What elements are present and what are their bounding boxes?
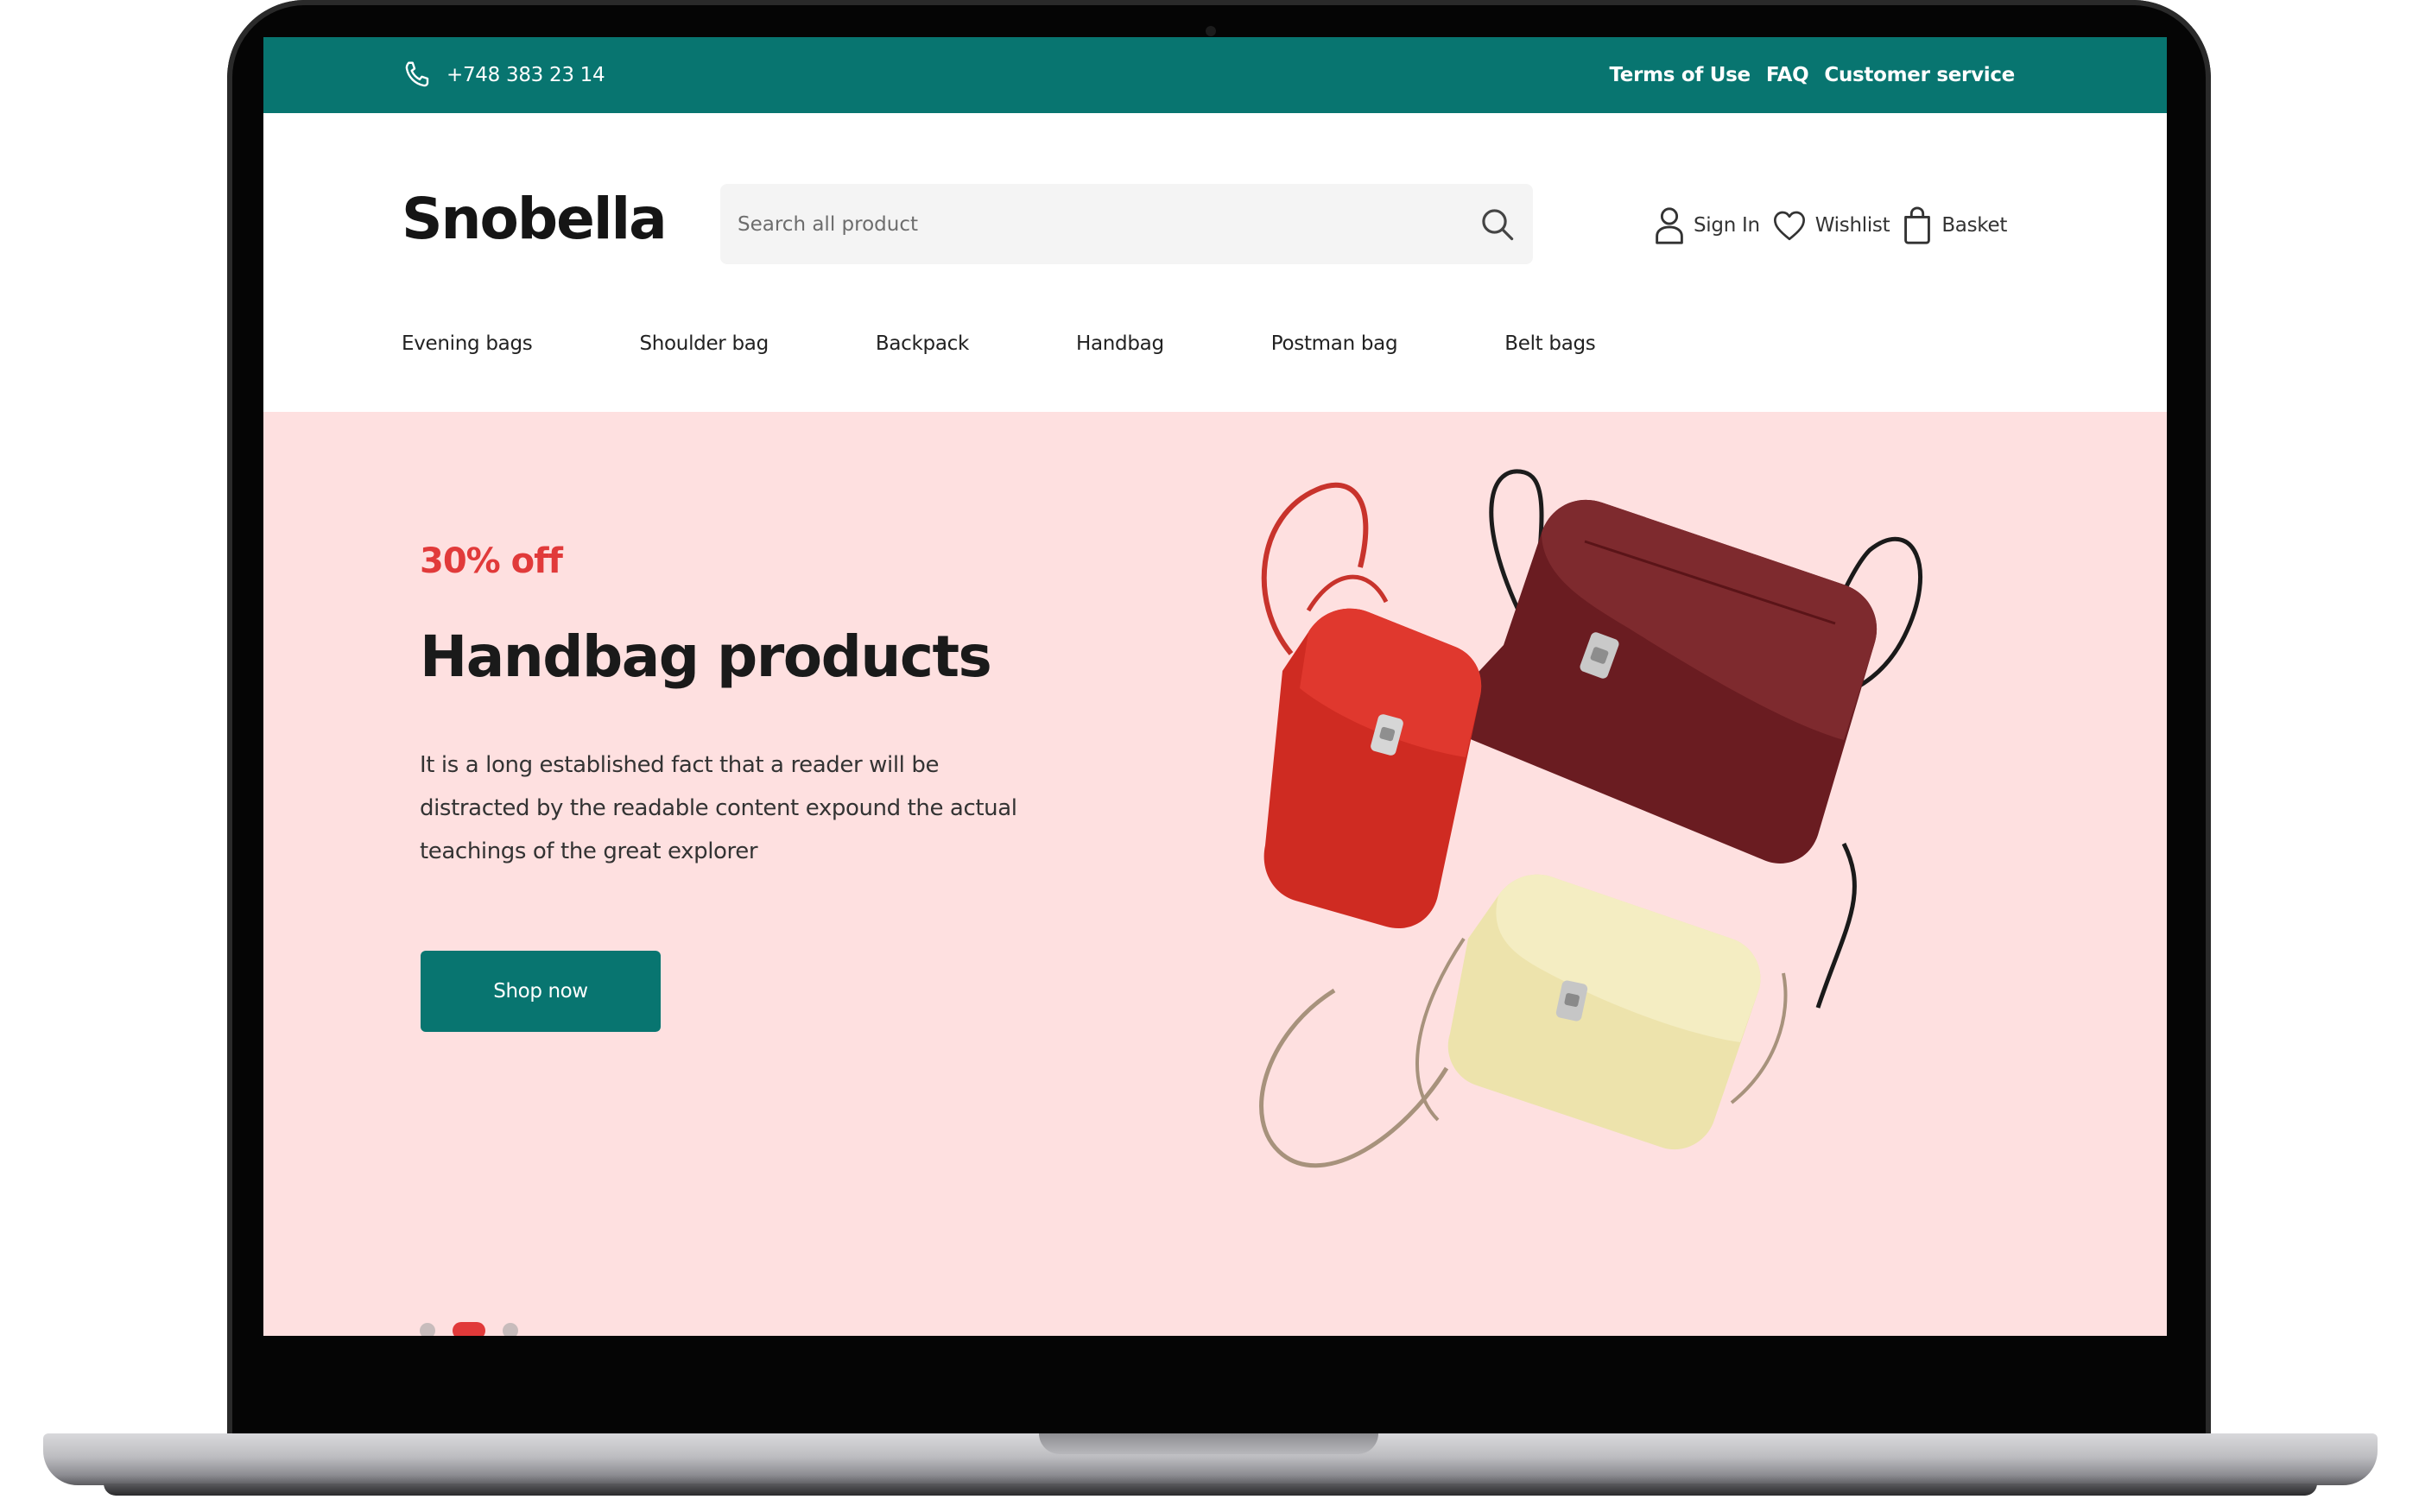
basket-button[interactable]: Basket [1902,206,2007,245]
site-logo[interactable]: Snobella [402,191,668,248]
browser-viewport: +748 383 23 14 Terms of Use FAQ Customer… [263,37,2167,1336]
wishlist-button[interactable]: Wishlist [1772,209,1890,242]
carousel-dot-2[interactable] [453,1322,485,1336]
laptop-notch [1039,1433,1378,1454]
camera-dot [1206,26,1216,36]
sign-in-label: Sign In [1694,214,1760,237]
shopping-bag-icon [1904,206,1931,244]
top-bar: +748 383 23 14 Terms of Use FAQ Customer… [263,37,2167,113]
phone-icon [405,61,429,87]
nav-item-shoulder-bag[interactable]: Shoulder bag [639,332,769,355]
user-actions: Sign In Wishlist Basket [1654,201,2019,250]
heart-icon [1773,211,1805,241]
category-nav: Evening bags Shoulder bag Backpack Handb… [402,332,1596,355]
top-links: Terms of Use FAQ Customer service [1593,58,2015,92]
hero-banner: 30% off Handbag products It is a long es… [263,412,2167,1336]
nav-item-evening-bags[interactable]: Evening bags [402,332,533,355]
cream-bag [1259,874,1788,1168]
hero-description: It is a long established fact that a rea… [420,752,1017,864]
phone-contact[interactable]: +748 383 23 14 [402,58,605,92]
laptop-base-edge [104,1484,2317,1496]
sign-in-button[interactable]: Sign In [1654,206,1760,245]
phone-number: +748 383 23 14 [446,64,605,86]
red-bag [1261,482,1482,929]
hero-discount: 30% off [420,541,563,581]
terms-link[interactable]: Terms of Use [1609,64,1751,86]
nav-item-postman-bag[interactable]: Postman bag [1271,332,1398,355]
carousel-dot-3[interactable] [503,1323,518,1336]
hero-title: Handbag products [420,623,992,690]
search-input[interactable] [720,184,1463,264]
basket-label: Basket [1941,214,2008,237]
carousel-dot-1[interactable] [420,1323,435,1336]
search-bar [720,184,1533,264]
shop-now-button[interactable]: Shop now [421,951,661,1032]
customer-service-link[interactable]: Customer service [1824,64,2015,86]
faq-link[interactable]: FAQ [1766,64,1809,86]
carousel-pagination [420,1322,535,1336]
handbags-image [1259,469,1923,1168]
nav-item-backpack[interactable]: Backpack [876,332,969,355]
nav-item-handbag[interactable]: Handbag [1076,332,1164,355]
search-icon [1482,209,1514,241]
user-icon [1656,207,1683,244]
wishlist-label: Wishlist [1814,214,1890,237]
search-button[interactable] [1474,201,1521,248]
nav-item-belt-bags[interactable]: Belt bags [1504,332,1596,355]
